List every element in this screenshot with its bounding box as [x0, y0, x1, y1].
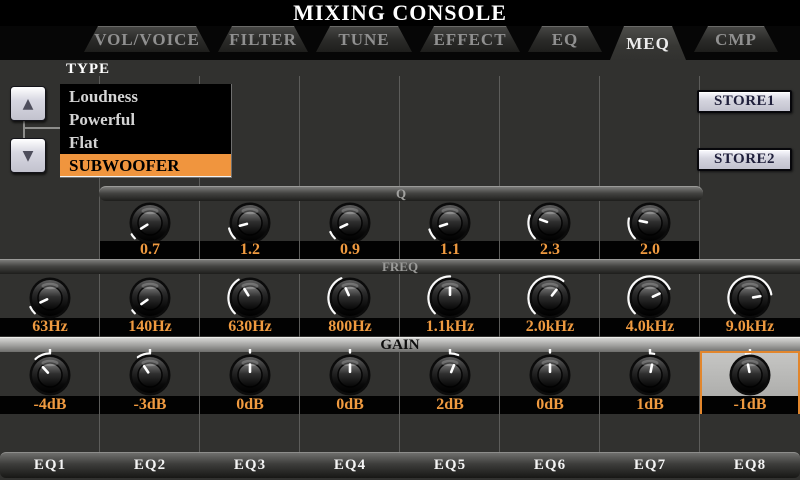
freq-knob-eq3[interactable] — [224, 272, 276, 324]
tab-label: VOL/VOICE — [94, 30, 200, 50]
freq-knob-eq2[interactable] — [124, 272, 176, 324]
channel-label-eq7: EQ7 — [600, 453, 700, 478]
tab-meq[interactable]: MEQ — [610, 26, 686, 60]
gain-knob-eq5[interactable] — [424, 349, 476, 401]
mixing-console-screen: MIXING CONSOLE VOL/VOICE FILTER TUNE EFFECT… — [0, 0, 800, 480]
freq-knob-eq1[interactable] — [24, 272, 76, 324]
gain-knob-eq4[interactable] — [324, 349, 376, 401]
type-option-loudness[interactable]: Loudness — [60, 85, 231, 108]
gain-value-eq3: 0dB — [202, 396, 298, 414]
type-option-flat[interactable]: Flat — [60, 131, 231, 154]
freq-knob-eq6[interactable] — [524, 272, 576, 324]
tab-label: CMP — [715, 30, 757, 50]
tab-label: TUNE — [338, 30, 389, 50]
q-section-bar: Q — [99, 186, 703, 201]
title-bar: MIXING CONSOLE — [0, 0, 800, 26]
tab-vol-voice[interactable]: VOL/VOICE — [84, 26, 210, 52]
meq-panel: TYPE LoudnessPowerfulFlatSUBWOOFER ▲ ▼ S… — [0, 60, 800, 480]
channel-label-eq6: EQ6 — [500, 453, 600, 478]
gain-knob-eq7[interactable] — [624, 349, 676, 401]
q-value-eq2: 0.7 — [102, 241, 198, 259]
channel-label-eq5: EQ5 — [400, 453, 500, 478]
freq-value-eq6: 2.0kHz — [502, 318, 598, 336]
tab-tune[interactable]: TUNE — [316, 26, 412, 52]
type-label: TYPE — [66, 61, 110, 78]
freq-value-eq4: 800Hz — [302, 318, 398, 336]
freq-section-bar: FREQ — [0, 259, 800, 274]
type-down-button[interactable]: ▼ — [10, 138, 46, 173]
gain-value-eq8: -1dB — [702, 396, 798, 414]
gain-value-eq4: 0dB — [302, 396, 398, 414]
tab-label: EFFECT — [433, 30, 506, 50]
q-value-eq4: 0.9 — [302, 241, 398, 259]
tab-label: EQ — [552, 30, 579, 50]
bracket-line — [25, 127, 61, 129]
channel-label-eq8: EQ8 — [700, 453, 800, 478]
freq-value-eq1: 63Hz — [2, 318, 98, 336]
q-value-eq7: 2.0 — [602, 241, 698, 259]
tab-row: VOL/VOICE FILTER TUNE EFFECT EQ MEQ CMP — [0, 26, 800, 60]
freq-knob-eq4[interactable] — [324, 272, 376, 324]
gain-knob-eq1[interactable] — [24, 349, 76, 401]
gain-knob-eq2[interactable] — [124, 349, 176, 401]
tab-eq[interactable]: EQ — [528, 26, 602, 52]
type-up-button[interactable]: ▲ — [10, 86, 46, 121]
store2-button[interactable]: STORE2 — [697, 148, 792, 171]
freq-value-eq2: 140Hz — [102, 318, 198, 336]
page-title: MIXING CONSOLE — [293, 0, 507, 26]
channel-bar: EQ1EQ2EQ3EQ4EQ5EQ6EQ7EQ8 — [0, 452, 800, 478]
gain-value-eq1: -4dB — [2, 396, 98, 414]
tab-label: FILTER — [229, 30, 297, 50]
freq-value-eq8: 9.0kHz — [702, 318, 798, 336]
tab-effect[interactable]: EFFECT — [420, 26, 520, 52]
down-arrow-icon: ▼ — [23, 148, 34, 164]
gain-value-eq5: 2dB — [402, 396, 498, 414]
eq-type-list: LoudnessPowerfulFlatSUBWOOFER — [60, 84, 232, 178]
channel-label-eq3: EQ3 — [200, 453, 300, 478]
type-option-powerful[interactable]: Powerful — [60, 108, 231, 131]
channel-label-eq1: EQ1 — [0, 453, 100, 478]
tab-label: MEQ — [626, 34, 670, 54]
channel-label-eq2: EQ2 — [100, 453, 200, 478]
freq-knob-eq5[interactable] — [424, 272, 476, 324]
gain-knob-eq6[interactable] — [524, 349, 576, 401]
q-value-eq3: 1.2 — [202, 241, 298, 259]
freq-value-eq5: 1.1kHz — [402, 318, 498, 336]
store1-button[interactable]: STORE1 — [697, 90, 792, 113]
gain-value-eq7: 1dB — [602, 396, 698, 414]
channel-label-eq4: EQ4 — [300, 453, 400, 478]
up-arrow-icon: ▲ — [23, 96, 34, 112]
bracket-line — [23, 120, 25, 138]
tab-filter[interactable]: FILTER — [218, 26, 308, 52]
q-value-eq6: 2.3 — [502, 241, 598, 259]
freq-value-eq7: 4.0kHz — [602, 318, 698, 336]
gain-value-eq2: -3dB — [102, 396, 198, 414]
tab-cmp[interactable]: CMP — [694, 26, 778, 52]
freq-value-eq3: 630Hz — [202, 318, 298, 336]
q-value-eq5: 1.1 — [402, 241, 498, 259]
freq-knob-eq7[interactable] — [624, 272, 676, 324]
gain-section-bar: GAIN — [0, 337, 800, 352]
gain-knob-eq3[interactable] — [224, 349, 276, 401]
gain-knob-eq8[interactable] — [724, 349, 776, 401]
freq-knob-eq8[interactable] — [724, 272, 776, 324]
type-option-subwoofer[interactable]: SUBWOOFER — [60, 154, 231, 177]
gain-value-eq6: 0dB — [502, 396, 598, 414]
